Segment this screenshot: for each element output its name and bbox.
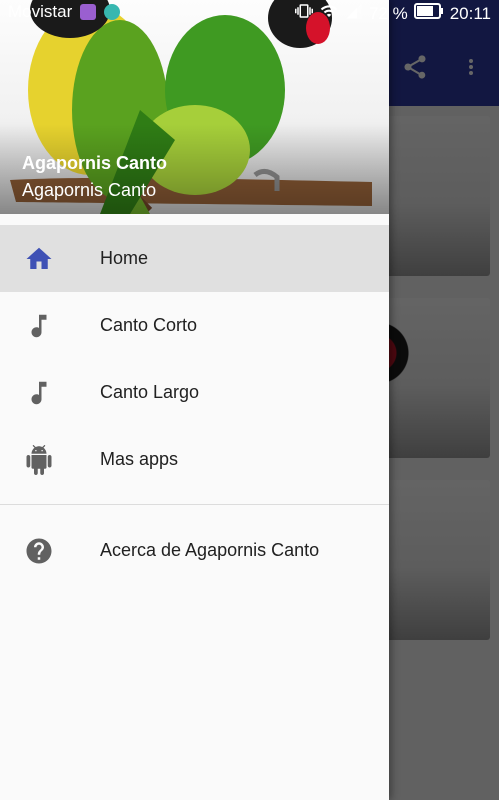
menu-item-canto-corto[interactable]: Canto Corto [0,292,389,359]
app-notification-icon [104,4,121,20]
drawer-header-title: Agapornis Canto [22,153,168,173]
status-bar: Movistar 72 % 20:11 [0,0,499,26]
home-icon [24,244,54,274]
navigation-drawer: Agapornis Canto Agapornis Canto Home Can… [0,0,389,800]
menu-item-label: Acerca de Agapornis Canto [100,540,320,560]
wifi-icon [319,2,339,25]
drawer-menu: Home Canto Corto Canto Largo Mas apps Ac… [0,225,389,584]
gallery-notification-icon [80,4,97,20]
music-note-icon [24,378,54,408]
menu-item-mas-apps[interactable]: Mas apps [0,426,389,493]
help-icon [24,536,54,566]
menu-divider [0,504,389,505]
menu-item-label: Canto Largo [100,382,200,402]
signal-icon [345,2,363,25]
vibrate-icon [294,2,313,25]
battery-icon [413,3,444,24]
menu-item-label: Mas apps [100,449,179,469]
clock: 20:11 [449,3,491,23]
menu-item-label: Canto Corto [100,315,198,335]
battery-percent: 72 % [368,3,408,23]
android-icon [24,444,54,475]
music-note-icon [24,311,54,341]
menu-item-label: Home [100,248,149,268]
drawer-header-subtitle: Agapornis Canto [22,180,157,200]
drawer-header: Agapornis Canto Agapornis Canto [0,0,389,214]
menu-item-canto-largo[interactable]: Canto Largo [0,359,389,426]
carrier-name: Movistar [8,2,73,21]
menu-item-home[interactable]: Home [0,225,389,292]
menu-item-acerca-de[interactable]: Acerca de Agapornis Canto [0,517,389,584]
